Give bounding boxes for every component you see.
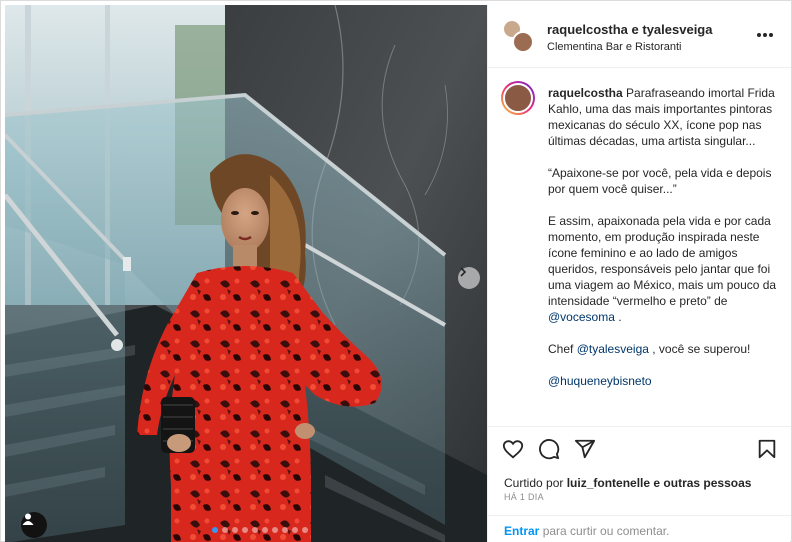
post-header: raquelcostha e tyalesveiga Clementina Ba… [488,5,791,68]
carousel-dot [232,527,238,533]
caption-text: raquelcostha Parafraseando imortal Frida… [548,85,778,389]
carousel-dot [302,527,308,533]
login-prompt-text: para curtir ou comentar. [542,524,670,538]
caption-scroll-area[interactable]: raquelcostha Parafraseando imortal Frida… [488,69,791,426]
share-icon[interactable] [574,438,596,460]
more-icon [769,33,773,37]
post-timestamp[interactable]: HÁ 1 DIA [504,492,544,502]
avatar[interactable] [512,31,534,53]
carousel-dot [292,527,298,533]
bookmark-icon[interactable] [756,438,778,460]
mention-link[interactable]: @huqueneybisneto [548,374,652,388]
caption-author-avatar[interactable] [501,81,535,115]
post-photo[interactable] [5,5,487,542]
comment-icon[interactable] [538,438,560,460]
caption-paragraph: Chef [548,342,574,356]
post-side-panel: raquelcostha e tyalesveiga Clementina Ba… [487,5,791,542]
user-tags-button[interactable] [21,512,47,538]
post-authors[interactable]: raquelcostha e tyalesveiga [547,22,712,37]
next-slide-button[interactable] [458,267,480,289]
user-tag-icon [22,513,34,525]
post-modal: raquelcostha e tyalesveiga Clementina Ba… [0,0,792,542]
caption-username[interactable]: raquelcostha [548,86,623,100]
mention-link[interactable]: @tyalesveiga [577,342,649,356]
more-icon [763,33,767,37]
heart-icon[interactable] [502,438,524,460]
caption-quote: “Apaixone-se por você, pela vida e depoi… [548,166,772,196]
caption-paragraph: , você se superou! [652,342,751,356]
carousel-dot [242,527,248,533]
chevron-right-icon [460,267,467,277]
carousel-dot [262,527,268,533]
likes-prefix: Curtido por [504,476,564,490]
login-link[interactable]: Entrar [504,524,539,538]
carousel-dot [222,527,228,533]
more-icon [757,33,761,37]
carousel-dot [212,527,218,533]
likes-others[interactable]: e outras pessoas [653,476,751,490]
carousel-dot [272,527,278,533]
carousel-dot [252,527,258,533]
caption-paragraph: E assim, apaixonada pela vida e por cada… [548,214,777,308]
caption-paragraph: . [618,310,622,324]
more-options-button[interactable] [757,27,775,43]
carousel-indicator [212,527,308,533]
mention-link[interactable]: @vocesoma [548,310,615,324]
liker-username[interactable]: luiz_fontenelle [567,476,650,490]
carousel-dot [282,527,288,533]
likes-summary: Curtido por luiz_fontenelle e outras pes… [504,476,751,490]
post-location[interactable]: Clementina Bar e Ristoranti [547,41,682,53]
collab-avatars[interactable] [502,19,534,53]
photo-illustration [5,5,487,542]
action-bar [488,426,791,464]
login-prompt: Entrar para curtir ou comentar. [488,515,791,542]
